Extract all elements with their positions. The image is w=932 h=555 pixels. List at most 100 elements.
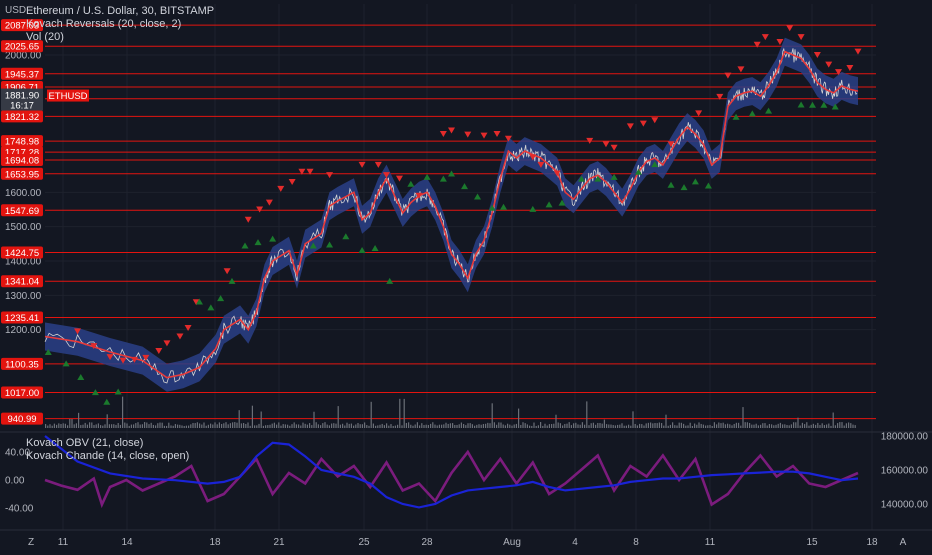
volume-bar (639, 423, 641, 428)
x-tick-label: 8 (633, 537, 639, 548)
volume-bar (573, 423, 575, 428)
volume-bar (331, 423, 333, 428)
volume-bar (735, 422, 737, 428)
volume-bar (441, 424, 443, 428)
volume-bar (672, 422, 674, 428)
volume-bar (680, 422, 682, 428)
volume-bar (810, 424, 812, 428)
volume-bar (518, 408, 520, 428)
volume-bar (511, 425, 513, 428)
volume-bar (839, 422, 841, 428)
volume-bar (526, 424, 528, 428)
volume-bar (438, 424, 440, 428)
price-level-label: 1341.04 (5, 277, 39, 288)
volume-bar (335, 423, 337, 428)
volume-bar (683, 423, 685, 428)
volume-bar (544, 423, 546, 428)
volume-bar (812, 423, 814, 428)
x-tick-label: 14 (121, 537, 133, 548)
volume-bar (60, 424, 62, 428)
volume-bar (731, 425, 733, 428)
volume-bar (476, 424, 478, 428)
volume-bar (579, 424, 581, 428)
main-legend: Ethereum / U.S. Dollar, 30, BITSTAMP Kov… (26, 5, 214, 44)
volume-bar (460, 422, 462, 428)
volume-bar (577, 424, 579, 428)
volume-bar (205, 425, 207, 428)
volume-bar (463, 424, 465, 428)
volume-bar (834, 425, 836, 428)
volume-bar (82, 424, 84, 428)
volume-bar (733, 423, 735, 428)
volume-bar (661, 423, 663, 428)
x-tick-label: 15 (806, 537, 818, 548)
volume-bar (848, 422, 850, 428)
volume-bar (610, 424, 612, 428)
volume-bar (665, 414, 667, 428)
volume-bar (357, 422, 359, 428)
volume-bar (280, 425, 282, 428)
volume-bar (106, 414, 108, 428)
legend-obv: Kovach OBV (21, close) (26, 437, 144, 449)
volume-bar (469, 423, 471, 428)
volume-bar (766, 425, 768, 428)
volume-bar (271, 423, 273, 428)
x-tick-label: 25 (358, 537, 370, 548)
price-level-label: 1748.98 (5, 137, 39, 148)
volume-bar (199, 423, 201, 428)
zoom-button[interactable]: Z (28, 537, 34, 548)
volume-bar (584, 424, 586, 428)
volume-bar (326, 424, 328, 428)
volume-bar (634, 423, 636, 428)
volume-bar (212, 424, 214, 428)
volume-bar (540, 422, 542, 428)
volume-bar (249, 425, 251, 428)
volume-bar (443, 424, 445, 428)
volume-bar (623, 425, 625, 428)
trading-chart[interactable]: 111418212528Aug481115181100.001200.00130… (0, 0, 932, 550)
obv-axis-label: 160000.00 (881, 466, 929, 477)
auto-scale-button[interactable]: A (900, 537, 907, 548)
volume-bar (306, 424, 308, 428)
volume-bar (227, 424, 229, 428)
volume-bar (258, 423, 260, 428)
volume-bar (751, 424, 753, 428)
volume-bar (115, 424, 117, 428)
volume-bar (56, 424, 58, 428)
volume-bar (298, 424, 300, 428)
volume-bar (333, 423, 335, 428)
volume-bar (144, 422, 146, 428)
volume-bar (276, 424, 278, 428)
volume-bar (548, 424, 550, 428)
volume-bar (377, 425, 379, 428)
volume-bar (729, 424, 731, 428)
volume-bar (71, 418, 73, 428)
volume-bar (628, 424, 630, 428)
volume-bar (641, 424, 643, 428)
volume-bar (320, 425, 322, 428)
volume-bar (97, 423, 99, 428)
volume-bar (78, 412, 80, 428)
price-level-label: 1821.32 (5, 112, 39, 123)
x-tick-label: Aug (503, 537, 521, 548)
volume-bar (221, 424, 223, 428)
volume-bar (190, 424, 192, 428)
volume-bar (656, 423, 658, 428)
volume-bar (493, 422, 495, 428)
volume-bar (247, 422, 249, 428)
price-level-label: 1653.95 (5, 169, 39, 180)
volume-bar (401, 425, 403, 428)
volume-bar (698, 422, 700, 428)
chart-canvas[interactable]: 111418212528Aug481115181100.001200.00130… (0, 0, 932, 550)
volume-bar (777, 423, 779, 428)
volume-bar (243, 422, 245, 428)
volume-bar (687, 425, 689, 428)
volume-bar (130, 424, 132, 428)
volume-bar (625, 425, 627, 428)
volume-bar (300, 425, 302, 428)
volume-bar (207, 424, 209, 428)
volume-bar (614, 425, 616, 428)
volume-bar (823, 425, 825, 428)
volume-bar (793, 422, 795, 428)
volume-bar (467, 423, 469, 428)
